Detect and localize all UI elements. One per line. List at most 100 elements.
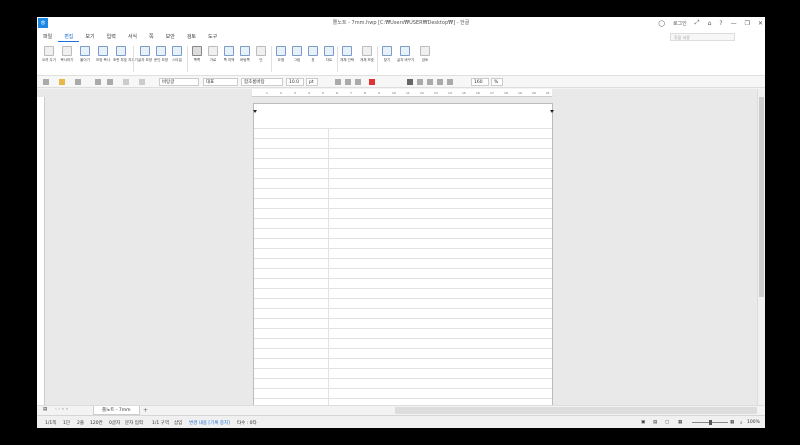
redo-icon[interactable] (139, 79, 145, 85)
copy-button[interactable]: 복사하기 (59, 46, 75, 62)
select-object-button[interactable]: 개체 선택 (339, 46, 355, 62)
zoom-slider-knob[interactable] (709, 420, 712, 425)
align-justify-icon[interactable] (407, 79, 413, 85)
search-input[interactable]: 찾을 내용 (670, 33, 735, 41)
zoom-fit-icon[interactable]: ▦ (678, 420, 682, 425)
char-shape-button[interactable]: 글자 모양 (137, 46, 153, 62)
align-right-icon[interactable] (437, 79, 443, 85)
zoom-in-icon[interactable]: ▦ (730, 420, 734, 425)
app-window: ㅎ 쫄노트 - 7mm.hwp [C:₩Users₩USER₩Desktop₩]… (37, 17, 765, 428)
menu-tools[interactable]: 도구 (202, 32, 223, 42)
close-button[interactable]: ✕ (758, 20, 763, 27)
line-spacing-input[interactable]: 160 (471, 78, 489, 86)
menu-insert[interactable]: 입력 (101, 32, 122, 42)
picture-button[interactable]: 그림 (289, 46, 305, 62)
add-tab-button[interactable]: + (143, 406, 148, 415)
ruler-tick-label: 14 (448, 91, 452, 95)
menu-security[interactable]: 보안 (160, 32, 181, 42)
cut-button[interactable]: 오려 두기 (41, 46, 57, 62)
align-distribute-icon[interactable] (447, 79, 453, 85)
menu-view[interactable]: 보기 (79, 32, 100, 42)
menu-bar: 파일 편집 보기 입력 서식 쪽 보안 검토 도구 (37, 31, 765, 43)
binoculars-icon (382, 46, 392, 56)
shape-icon (276, 46, 286, 56)
line-spacing-unit[interactable]: % (491, 78, 503, 86)
user-icon[interactable]: ◯ (658, 20, 665, 27)
master-page-button[interactable]: 바탕쪽 (237, 46, 253, 62)
style-button[interactable]: 스타일 (169, 46, 185, 62)
save-icon[interactable] (75, 79, 81, 85)
column-button[interactable]: 단 (253, 46, 269, 62)
protect-object-button[interactable]: 개체 보호 (359, 46, 375, 62)
horizontal-ruler: 1 2 3 4 5 6 7 8 9 10 11 12 13 14 15 16 17 18 19 20 21 (252, 89, 552, 97)
minimize-button[interactable]: — (731, 20, 737, 27)
login-link[interactable]: 로그인 (673, 20, 687, 27)
size-unit-select[interactable]: pt (306, 78, 318, 86)
menu-format[interactable]: 서식 (122, 32, 143, 42)
new-doc-icon[interactable] (43, 79, 49, 85)
menu-edit[interactable]: 편집 (58, 32, 80, 42)
open-folder-icon[interactable] (59, 79, 65, 85)
columns-icon (256, 46, 266, 56)
ruler-tick-label: 17 (490, 91, 494, 95)
menu-page[interactable]: 쪽 (143, 32, 160, 42)
doc-tab[interactable]: 쫄노트 - 7mm (93, 406, 140, 415)
align-left-icon[interactable] (417, 79, 423, 85)
tab-menu-icon[interactable]: ▤ (43, 407, 47, 412)
format-toolbar: 바탕글 대표 함초롬바탕 10.0 pt 160 % (37, 76, 765, 88)
italic-icon[interactable] (345, 79, 351, 85)
clear-marks-button[interactable]: 조판 부호 지우기 (113, 46, 138, 62)
landscape-button[interactable]: 가로 (205, 46, 221, 62)
review-button[interactable]: 검토 (417, 46, 433, 62)
protect-object-icon (362, 46, 372, 56)
bold-icon[interactable] (335, 79, 341, 85)
language-select[interactable]: 대표 (203, 78, 238, 86)
para-shape-button[interactable]: 문단 모양 (153, 46, 169, 62)
horizontal-scrollbar[interactable] (395, 407, 757, 414)
expand-icon[interactable]: ⤢ (695, 19, 700, 27)
shape-button[interactable]: 도형 (273, 46, 289, 62)
print-icon[interactable] (95, 79, 101, 85)
replace-button[interactable]: 글자 바꾸기 (397, 46, 414, 62)
menu-review[interactable]: 검토 (181, 32, 202, 42)
restore-button[interactable]: ❐ (745, 20, 750, 27)
paste-button[interactable]: 붙이기 (77, 46, 93, 62)
font-color-icon[interactable] (369, 79, 375, 85)
style-select[interactable]: 바탕글 (159, 78, 199, 86)
status-area: 1/1 구역 (152, 421, 169, 426)
preview-icon[interactable] (107, 79, 113, 85)
table-button[interactable]: 표 (305, 46, 321, 62)
status-insert[interactable]: 삽입 (174, 420, 182, 426)
portrait-button[interactable]: 쪽쪽 (189, 46, 205, 62)
pin-icon[interactable]: ⌂ (708, 20, 712, 27)
tab-nav-arrows-icon[interactable]: ‹ › « » (55, 407, 68, 412)
undo-icon[interactable] (123, 79, 129, 85)
status-zoom[interactable]: 100% (747, 420, 760, 425)
note-line (254, 248, 552, 249)
status-track-changes[interactable]: 변경 내용 [기록 중지] (189, 420, 230, 426)
find-button[interactable]: 찾기 (379, 46, 395, 62)
font-select[interactable]: 함초롬바탕 (241, 78, 283, 86)
note-line (254, 198, 552, 199)
note-line (254, 378, 552, 379)
page-margin-button[interactable]: 쪽 여백 (221, 46, 237, 62)
vertical-scrollbar[interactable] (757, 89, 765, 405)
note-line (254, 238, 552, 239)
format-painter-button[interactable]: 모양 복사 (95, 46, 111, 62)
help-icon[interactable]: ? (719, 20, 722, 27)
note-line (254, 138, 552, 139)
portrait-page-icon (192, 46, 202, 56)
menu-file[interactable]: 파일 (37, 32, 58, 42)
chart-button[interactable]: 차트 (321, 46, 337, 62)
view-web-icon[interactable]: ▢ (665, 420, 669, 425)
underline-icon[interactable] (355, 79, 361, 85)
document-page[interactable] (253, 103, 554, 409)
vertical-scroll-thumb[interactable] (759, 97, 764, 297)
align-center-icon[interactable] (427, 79, 433, 85)
view-page-icon[interactable]: ▤ (653, 420, 657, 425)
note-line (254, 268, 552, 269)
ruler-tick-label: 6 (336, 91, 338, 95)
view-normal-icon[interactable]: ▣ (641, 420, 645, 425)
font-size-input[interactable]: 10.0 (286, 78, 304, 86)
zoom-magnifier-icon[interactable]: ⌕ (740, 420, 743, 426)
